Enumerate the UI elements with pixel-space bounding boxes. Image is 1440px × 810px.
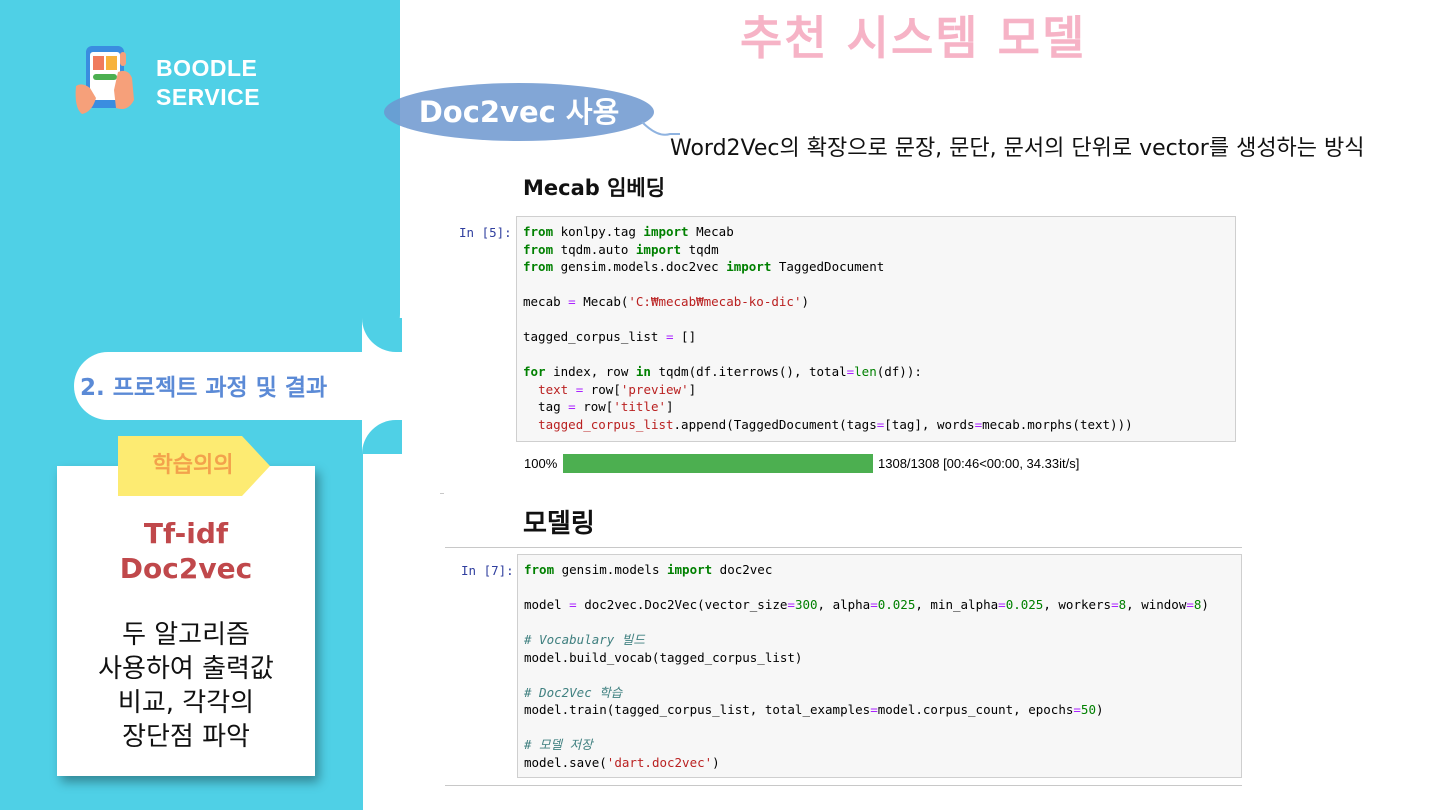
card-body-line-4: 장단점 파악 bbox=[122, 722, 250, 752]
card-title-line-1: Tf-idf bbox=[143, 517, 229, 550]
divider bbox=[440, 493, 444, 494]
code-line: text = row['preview'] bbox=[538, 381, 697, 397]
code-line: for index, row in tqdm(df.iterrows(), to… bbox=[523, 364, 922, 379]
code-line: tagged_corpus_list = [] bbox=[523, 329, 697, 344]
card-title-line-2: Doc2vec bbox=[119, 552, 253, 585]
code-cell-2[interactable]: from gensim.models import doc2vec model … bbox=[517, 554, 1242, 778]
section-label: 2. 프로젝트 과정 및 결과 bbox=[80, 375, 328, 401]
card-body-line-1: 두 알고리즘 bbox=[122, 620, 250, 650]
card-tag-label: 학습의의 bbox=[152, 453, 234, 478]
progress-info: 1308/1308 [00:46<00:00, 34.33it/s] bbox=[878, 456, 1080, 471]
sidebar-extension bbox=[362, 0, 400, 352]
card-title: Tf-idf Doc2vec bbox=[57, 516, 315, 586]
code-line: from tqdm.auto import tqdm bbox=[523, 241, 719, 257]
phone-hand-icon bbox=[75, 46, 134, 114]
topic-pill-label: Doc2vec 사용 bbox=[418, 95, 620, 129]
heading-modeling: 모델링 bbox=[523, 509, 595, 539]
code-line: from gensim.models.doc2vec import Tagged… bbox=[523, 259, 885, 274]
code-line: model.build_vocab(tagged_corpus_list) bbox=[524, 649, 803, 665]
heading-mecab: Mecab 임베딩 bbox=[523, 176, 666, 200]
code-line: model.train(tagged_corpus_list, total_ex… bbox=[524, 702, 1104, 717]
divider bbox=[445, 785, 1242, 786]
brand-line-1: BOODLE bbox=[156, 55, 258, 81]
progress-bar bbox=[563, 454, 873, 473]
code-line: from konlpy.tag import Mecab bbox=[523, 224, 734, 239]
subtitle: Word2Vec의 확장으로 문장, 문단, 문서의 단위로 vector를 생… bbox=[670, 136, 1365, 161]
code-line: # Vocabulary 빌드 bbox=[524, 632, 645, 647]
code-line: # Doc2Vec 학습 bbox=[524, 684, 623, 700]
page-title: 추천 시스템 모델 bbox=[740, 11, 1087, 65]
card-body: 두 알고리즘 사용하여 출력값 비교, 각각의 장단점 파악 bbox=[57, 618, 315, 754]
code-line: model.save('dart.doc2vec') bbox=[524, 754, 720, 770]
sidebar-edge bbox=[362, 454, 363, 810]
cell-prompt-1: In [5]: bbox=[459, 225, 512, 240]
card-body-line-3: 비교, 각각의 bbox=[117, 688, 255, 718]
code-line: mecab = Mecab('C:₩mecab₩mecab-ko-dic') bbox=[523, 294, 809, 309]
cell-prompt-2: In [7]: bbox=[461, 563, 514, 578]
pill-curve-top bbox=[362, 318, 402, 352]
brand-line-2: SERVICE bbox=[156, 84, 261, 110]
progress-percent: 100% bbox=[524, 456, 558, 471]
divider bbox=[445, 547, 1242, 548]
card-body-line-2: 사용하여 출력값 bbox=[98, 654, 274, 684]
code-line: tag = row['title'] bbox=[523, 399, 674, 414]
brand-name: BOODLE SERVICE bbox=[156, 54, 260, 112]
code-line: model = doc2vec.Doc2Vec(vector_size=300,… bbox=[524, 597, 1209, 612]
progress-fill bbox=[563, 454, 873, 473]
code-cell-1[interactable]: from konlpy.tag import Mecab from tqdm.a… bbox=[516, 216, 1236, 442]
code-line: tagged_corpus_list.append(TaggedDocument… bbox=[538, 416, 1133, 432]
pill-curve-bottom bbox=[362, 420, 402, 454]
code-line: # 모델 저장 bbox=[524, 737, 593, 752]
code-line: from gensim.models import doc2vec bbox=[524, 562, 773, 577]
